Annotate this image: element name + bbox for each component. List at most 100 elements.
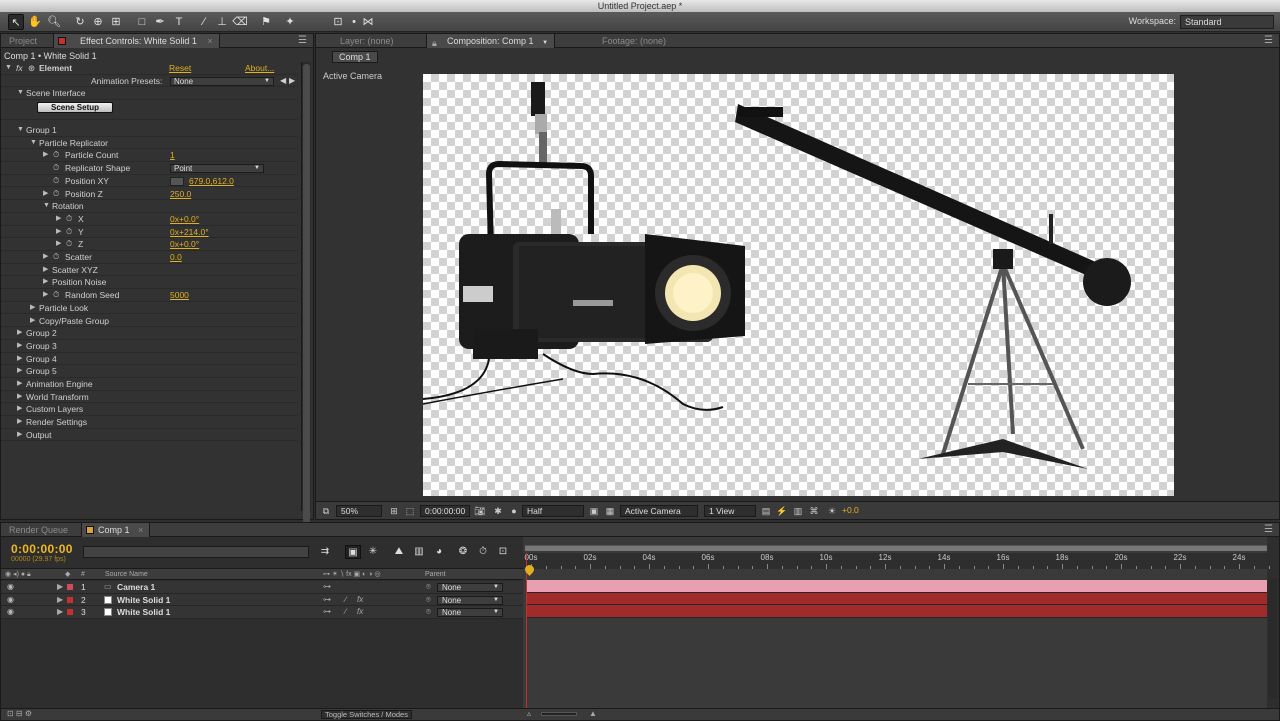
expand-triangle-icon[interactable]: ▼ xyxy=(43,200,50,213)
selection-tool-icon[interactable]: ↖ xyxy=(8,14,24,30)
pickwhip-icon[interactable]: ⌾ xyxy=(426,581,431,593)
motion-blur-icon[interactable]: ◕ xyxy=(431,545,447,559)
brainstorm-icon[interactable]: ❂ xyxy=(455,545,471,559)
reset-exposure-icon[interactable]: ☀ xyxy=(826,505,838,517)
replicator-shape-select[interactable]: Point xyxy=(170,164,264,174)
tab-project[interactable]: Project xyxy=(3,34,43,48)
expand-triangle-icon[interactable]: ▼ xyxy=(5,62,12,75)
label-color-swatch[interactable] xyxy=(67,596,73,603)
tree-row-particle-replicator[interactable]: ▼ Particle Replicator xyxy=(1,137,298,150)
comp-flowchart-icon[interactable]: ⌘ xyxy=(808,505,820,517)
position-xy-value[interactable]: 679.0,612.0 xyxy=(189,175,234,188)
layer-name[interactable]: White Solid 1 xyxy=(117,606,170,618)
time-ruler[interactable]: 00s 02s 04s 06s 08s 10s 12s 14s 16s 18s 20s 22s 24s xyxy=(523,553,1270,569)
roto-brush-tool-icon[interactable]: ⚑ xyxy=(258,14,274,30)
position-z-value[interactable]: 250.0 xyxy=(170,188,191,201)
expand-triangle-icon[interactable]: ▶ xyxy=(17,353,22,366)
effect-panel-scrollbar[interactable] xyxy=(301,62,311,524)
rotation-y-value[interactable]: 0x+214.0° xyxy=(170,226,209,239)
about-link[interactable]: About... xyxy=(245,62,274,75)
expand-triangle-icon[interactable]: ▶ xyxy=(17,327,22,340)
tree-row-scatter[interactable]: ▶ ⏱ Scatter 0.0 xyxy=(1,251,298,264)
tab-comp-1[interactable]: Comp 1 × xyxy=(81,523,151,537)
expand-triangle-icon[interactable]: ▶ xyxy=(17,429,22,442)
parent-select[interactable]: None xyxy=(437,595,503,605)
tree-row-group-2[interactable]: ▶ Group 2 xyxy=(1,327,298,340)
quality-switch-icon[interactable]: ∕ xyxy=(345,606,346,618)
layer-duration-bar[interactable] xyxy=(526,592,1267,605)
transparency-grid-icon[interactable]: ▦ xyxy=(604,505,616,517)
label-color-swatch[interactable] xyxy=(67,584,73,590)
draft-3d-icon[interactable]: ✳ xyxy=(365,545,381,559)
layer-search-input[interactable] xyxy=(83,546,309,558)
composition-viewer[interactable] xyxy=(423,74,1174,496)
lock-icon[interactable]: 🔒︎ xyxy=(432,36,437,50)
layer-duration-bar[interactable] xyxy=(526,580,1267,593)
timeline-scrollbar[interactable] xyxy=(1268,579,1277,699)
zoom-in-icon[interactable]: ▲ xyxy=(589,709,597,718)
tree-row-group-4[interactable]: ▶ Group 4 xyxy=(1,353,298,366)
tree-row-world-transform[interactable]: ▶ World Transform xyxy=(1,391,298,404)
stopwatch-icon[interactable]: ⏱ xyxy=(53,149,59,162)
comp-navigator-tab[interactable]: Comp 1 xyxy=(332,51,378,63)
particle-count-value[interactable]: 1 xyxy=(170,149,175,162)
panel-menu-icon[interactable]: ☰ xyxy=(1264,35,1273,46)
workspace-select[interactable]: Standard xyxy=(1180,15,1274,29)
source-name-header[interactable]: Source Name xyxy=(105,569,148,580)
rectangle-tool-icon[interactable]: □ xyxy=(134,14,150,30)
fx-switch-icon[interactable]: fx xyxy=(357,606,363,618)
color-channel-icon[interactable]: ● xyxy=(508,505,520,517)
zoom-out-icon[interactable]: ▵ xyxy=(527,709,531,718)
expand-triangle-icon[interactable]: ▶ xyxy=(30,315,35,328)
fast-previews-icon[interactable]: ⚡ xyxy=(776,505,788,517)
layer-duration-bar[interactable] xyxy=(526,605,1267,618)
tab-effect-controls[interactable]: Effect Controls: White Solid 1 × xyxy=(53,34,220,48)
show-snapshot-icon[interactable]: ✱ xyxy=(492,505,504,517)
orbit-camera-tool-icon[interactable]: ⊕ xyxy=(90,14,106,30)
scene-setup-button[interactable]: Scene Setup xyxy=(37,102,113,114)
expand-triangle-icon[interactable]: ▶ xyxy=(30,302,35,315)
tree-row-position-noise[interactable]: ▶ Position Noise xyxy=(1,276,298,290)
tree-row-output[interactable]: ▶ Output xyxy=(1,429,298,442)
layer-row[interactable]: ◉ ▶ 3 White Solid 1 ⊶ ∕ fx ⌾ None xyxy=(1,606,523,619)
stopwatch-icon[interactable]: ⏱ xyxy=(53,175,59,188)
layer-name[interactable]: Camera 1 xyxy=(117,581,155,593)
parent-select[interactable]: None xyxy=(437,583,503,592)
work-area-bar[interactable] xyxy=(525,545,1267,551)
expand-triangle-icon[interactable]: ▶ xyxy=(43,149,48,162)
tab-composition[interactable]: 🔒︎ Composition: Comp 1 ▼ xyxy=(426,34,556,50)
mask-visibility-icon[interactable]: ⬚ xyxy=(404,505,416,517)
close-icon[interactable]: × xyxy=(138,525,143,535)
eye-icon[interactable]: ◉ xyxy=(7,581,14,593)
parent-select[interactable]: None xyxy=(437,608,503,617)
hide-shy-icon[interactable]: ⛰ xyxy=(391,545,407,559)
expand-triangle-icon[interactable]: ▶ xyxy=(17,378,22,391)
footer-icons[interactable]: ⊡ ⊟ ⚙ xyxy=(7,709,32,718)
tree-row-render-settings[interactable]: ▶ Render Settings xyxy=(1,416,298,429)
brush-tool-icon[interactable]: ∕ xyxy=(196,14,212,30)
fx-switch-icon[interactable]: fx xyxy=(357,594,363,606)
clone-stamp-tool-icon[interactable]: ⊥ xyxy=(214,14,230,30)
expand-triangle-icon[interactable]: ▶ xyxy=(57,594,63,606)
tree-row-rotation-x[interactable]: ▶ ⏱ X 0x+0.0° xyxy=(1,213,298,226)
tree-row-group-1[interactable]: ▼ Group 1 xyxy=(1,124,298,137)
tab-footage[interactable]: Footage: (none) xyxy=(596,34,672,48)
quality-switch-icon[interactable]: ∕ xyxy=(345,594,346,606)
current-time-display[interactable]: 0:00:00:00 xyxy=(11,542,73,556)
timeline-icon[interactable]: ▥ xyxy=(792,505,804,517)
effect-header-row[interactable]: ▼ fx ⊛ Element Reset About... xyxy=(1,62,298,75)
expand-triangle-icon[interactable]: ▶ xyxy=(57,606,63,618)
effect-enabled-icon[interactable]: ⊛ xyxy=(28,62,35,75)
tree-row-random-seed[interactable]: ▶ ⏱ Random Seed 5000 xyxy=(1,289,298,302)
stopwatch-icon[interactable]: ⏱ xyxy=(53,289,59,302)
expand-triangle-icon[interactable]: ▶ xyxy=(56,213,61,226)
expand-triangle-icon[interactable]: ▶ xyxy=(43,264,48,277)
camera-view-select[interactable]: Active Camera xyxy=(620,505,698,517)
time-graph[interactable]: 00s 02s 04s 06s 08s 10s 12s 14s 16s 18s 20s 22s 24s xyxy=(523,537,1270,708)
panel-menu-icon[interactable]: ☰ xyxy=(298,35,307,46)
tree-row-position-xy[interactable]: ⏱ Position XY 679.0,612.0 xyxy=(1,175,298,188)
exposure-value[interactable]: +0.0 xyxy=(842,505,859,517)
comp-mini-flowchart-icon[interactable]: ⇉ xyxy=(317,545,333,559)
eraser-tool-icon[interactable]: ⌫ xyxy=(232,14,248,30)
scatter-value[interactable]: 0.0 xyxy=(170,251,182,264)
